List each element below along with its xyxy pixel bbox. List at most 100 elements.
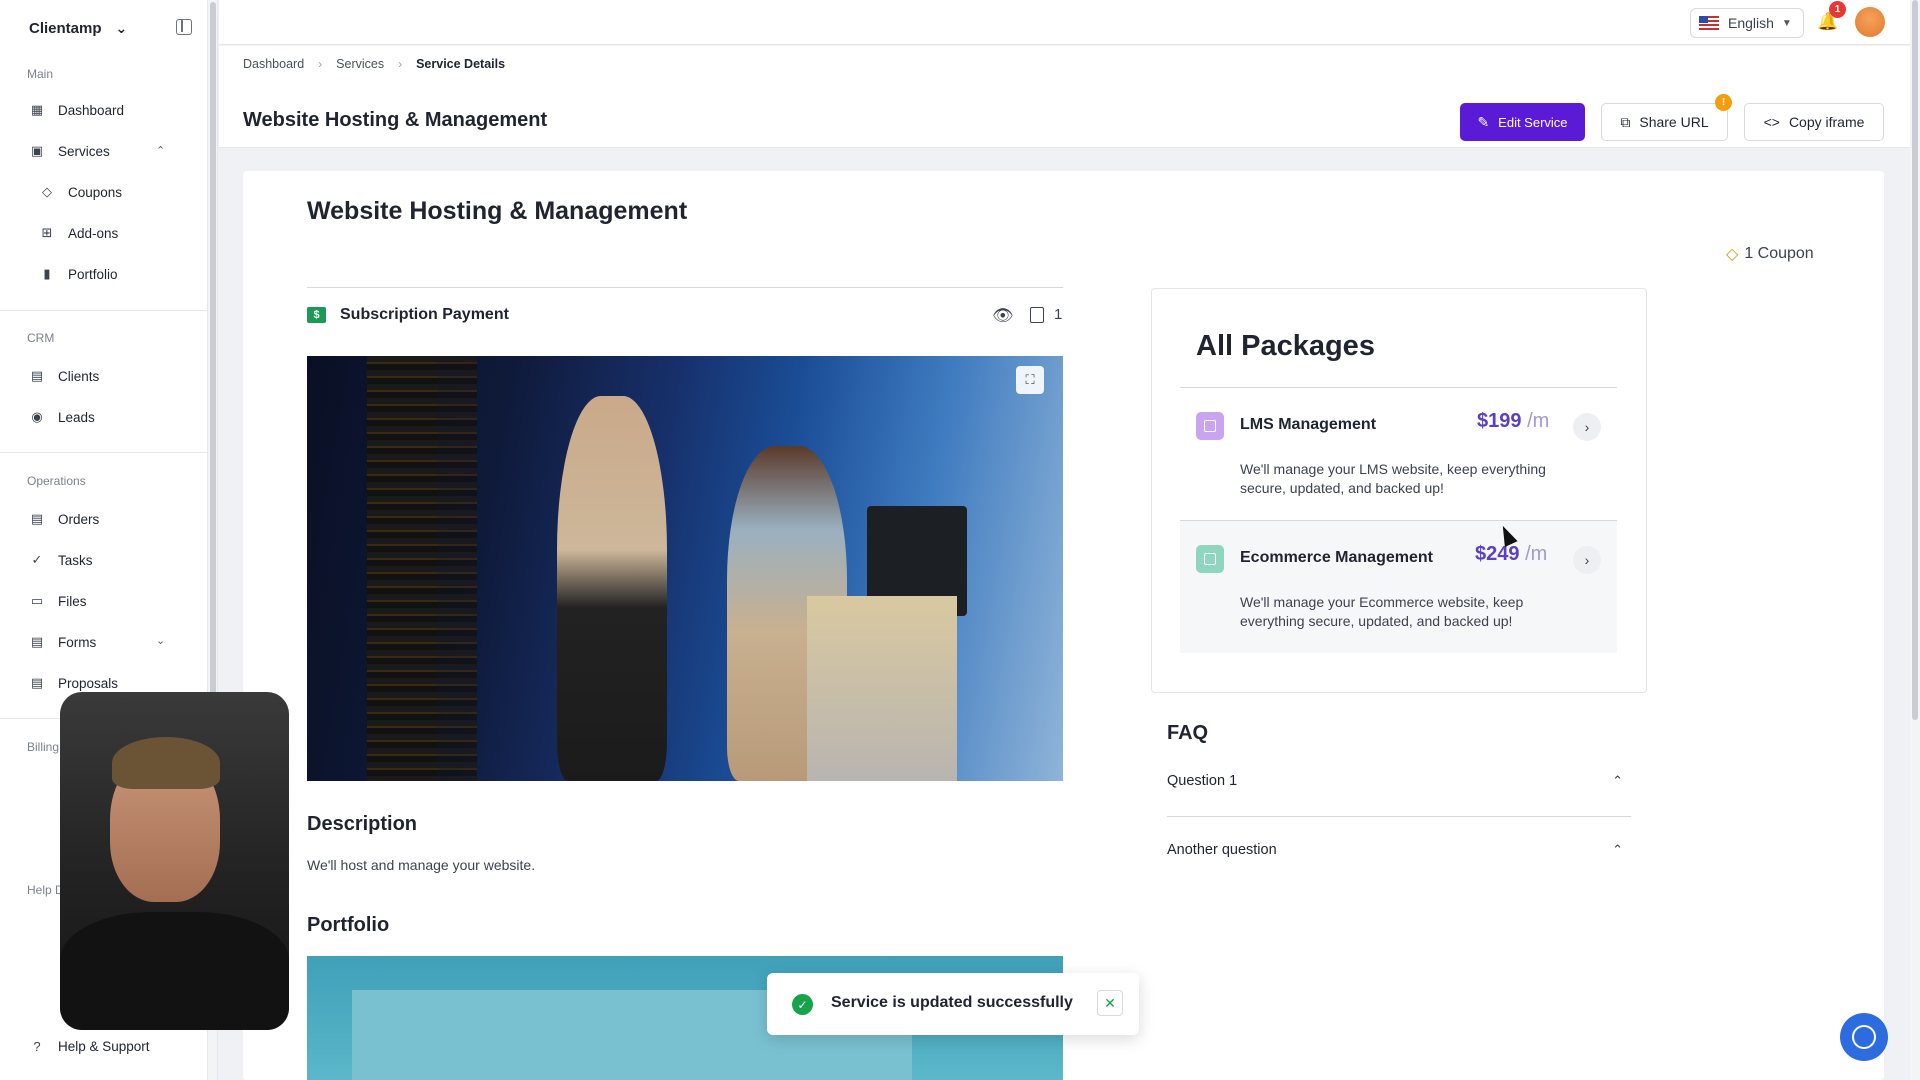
us-flag-icon — [1699, 16, 1719, 30]
chevron-up-icon: ⌃ — [1612, 773, 1623, 788]
sidebar-divider — [0, 310, 208, 311]
sidebar-item-dashboard[interactable]: ▦ Dashboard — [30, 100, 124, 120]
chevron-right-icon[interactable]: › — [1573, 546, 1601, 574]
faq-question[interactable]: Question 1 ⌃ — [1167, 773, 1631, 793]
language-label: English — [1728, 15, 1774, 31]
price-period: /m — [1527, 410, 1550, 432]
expand-icon[interactable]: ⛶ — [1016, 366, 1044, 394]
package-price: $199 /m — [1477, 410, 1549, 433]
sidebar-item-coupons[interactable]: ◇ Coupons — [40, 182, 122, 202]
share-url-button[interactable]: ⧉ Share URL — [1601, 103, 1728, 141]
breadcrumb-services[interactable]: Services — [336, 57, 384, 71]
package-icon — [1196, 545, 1224, 573]
store-icon: ▣ — [30, 143, 44, 158]
sidebar-item-leads[interactable]: ◉ Leads — [30, 407, 94, 427]
avatar[interactable] — [1855, 7, 1885, 37]
package-price: $249 /m — [1475, 543, 1547, 566]
pencil-icon: ✎ — [1477, 113, 1490, 130]
coupon-count[interactable]: ◇ 1 Coupon — [1726, 244, 1814, 264]
workspace-switcher[interactable]: Clientamp ⌄ — [29, 17, 127, 39]
package-description: We'll manage your LMS website, keep ever… — [1240, 461, 1546, 496]
sidebar-item-files[interactable]: ▭ Files — [30, 591, 87, 611]
chevron-up-icon: ⌃ — [1612, 842, 1623, 857]
eye-icon[interactable]: 👁 — [992, 306, 1014, 326]
chevron-down-icon: ⌄ — [115, 19, 128, 36]
sidebar-item-tasks[interactable]: ✓ Tasks — [30, 550, 93, 570]
sidebar-item-label: Dashboard — [58, 102, 125, 118]
breadcrumb-dashboard[interactable]: Dashboard — [243, 57, 304, 71]
sidebar-item-label: Clients — [58, 368, 100, 384]
help-circle-icon: ? — [33, 1038, 41, 1054]
toast-message: Service is updated successfully — [831, 994, 1073, 1011]
package-count-value: 1 — [1054, 306, 1063, 323]
notification-badge: 1 — [1829, 1, 1846, 18]
service-title: Website Hosting & Management — [307, 197, 688, 225]
edit-service-button[interactable]: ✎ Edit Service — [1460, 103, 1585, 141]
tag-icon: ◇ — [1726, 246, 1739, 263]
payment-type-label: Subscription Payment — [340, 306, 509, 323]
tag-icon: ◇ — [42, 184, 52, 199]
document-icon: ▤ — [30, 675, 44, 690]
sidebar-divider — [0, 452, 208, 453]
faq-heading: FAQ — [1167, 722, 1209, 744]
sidebar-item-label: Portfolio — [68, 266, 118, 282]
description-text: We'll host and manage your website. — [307, 857, 536, 873]
price-value: $249 — [1475, 543, 1520, 565]
sidebar-item-label: Add-ons — [68, 225, 119, 241]
divider — [1167, 816, 1631, 817]
payment-type: $ Subscription Payment — [307, 306, 509, 324]
sidebar-item-proposals[interactable]: ▤ Proposals — [30, 673, 118, 693]
chevron-right-icon[interactable]: › — [1573, 413, 1601, 441]
sidebar-item-help-support[interactable]: ? Help & Support — [30, 1036, 149, 1056]
chat-support-button[interactable] — [1840, 1013, 1888, 1061]
sidebar-item-portfolio[interactable]: ▮ Portfolio — [40, 264, 118, 284]
document-icon — [1030, 306, 1044, 323]
chevron-up-icon[interactable]: ⌃ — [156, 144, 165, 157]
sidebar-item-forms[interactable]: ▤ Forms — [30, 632, 96, 652]
edit-service-label: Edit Service — [1498, 114, 1568, 130]
money-icon: $ — [307, 307, 326, 323]
sidebar-item-addons[interactable]: ⊞ Add-ons — [40, 223, 119, 243]
sidebar-item-clients[interactable]: ▤ Clients — [30, 366, 99, 386]
package-name: LMS Management — [1240, 416, 1377, 433]
section-label-crm: CRM — [27, 331, 55, 345]
success-toast: ✓ Service is updated successfully ✕ — [767, 973, 1139, 1035]
coupon-label: 1 Coupon — [1744, 245, 1814, 262]
package-description: We'll manage your Ecommerce website, kee… — [1240, 594, 1524, 629]
sidebar-item-label: Forms — [58, 634, 97, 650]
breadcrumb-current: Service Details — [416, 57, 506, 71]
package-count: 1 — [1030, 306, 1062, 323]
sidebar-item-services[interactable]: ▣ Services — [30, 141, 110, 161]
chevron-right-icon: › — [318, 57, 323, 71]
section-label-main: Main — [27, 67, 54, 81]
copy-iframe-button[interactable]: <> Copy iframe — [1744, 103, 1884, 141]
add-box-icon: ⊞ — [41, 225, 53, 240]
check-circle-icon: ✓ — [31, 552, 43, 567]
sidebar-item-label: Proposals — [58, 675, 119, 691]
copy-iframe-label: Copy iframe — [1788, 114, 1865, 130]
package-item[interactable]: Ecommerce Management $249 /m › We'll man… — [1180, 521, 1617, 653]
list-icon: ▤ — [30, 511, 44, 526]
code-icon: <> — [1763, 114, 1780, 130]
language-select[interactable]: English ▼ — [1690, 8, 1804, 38]
packages-title: All Packages — [1196, 330, 1375, 362]
chat-icon — [1852, 1025, 1876, 1049]
sidebar-item-orders[interactable]: ▤ Orders — [30, 509, 99, 529]
description-heading: Description — [307, 813, 418, 835]
close-icon[interactable]: ✕ — [1097, 990, 1123, 1016]
sidebar-collapse-icon[interactable] — [176, 19, 192, 35]
divider — [307, 287, 1063, 288]
faq-question[interactable]: Another question ⌃ — [1167, 842, 1631, 862]
breadcrumb: Dashboard › Services › Service Details — [243, 57, 505, 71]
chevron-down-icon[interactable]: ⌄ — [156, 634, 165, 647]
paint-roller-icon: ▮ — [43, 266, 51, 281]
chevron-right-icon: › — [398, 57, 403, 71]
package-icon — [1196, 412, 1224, 440]
section-label-help: Help D — [27, 883, 64, 897]
top-bar — [219, 0, 1910, 45]
sidebar-item-label: Coupons — [68, 184, 123, 200]
page-scrollbar[interactable] — [1910, 0, 1920, 1080]
package-item[interactable]: LMS Management $199 /m › We'll manage yo… — [1180, 388, 1617, 520]
sidebar-item-label: Tasks — [58, 552, 93, 568]
section-label-billing: Billing — [27, 740, 60, 754]
